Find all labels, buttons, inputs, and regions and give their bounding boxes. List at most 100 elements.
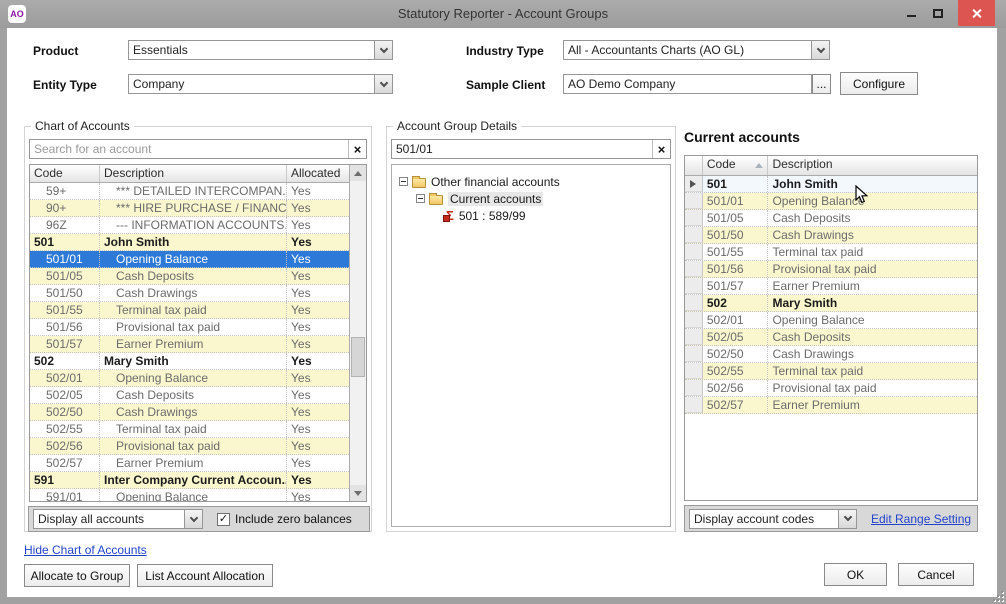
current-accounts-table-row[interactable]: 502/05Cash Deposits — [685, 329, 977, 346]
coa-table-row[interactable]: 502/01Opening BalanceYes — [30, 370, 349, 387]
row-selector[interactable] — [685, 193, 703, 209]
cancel-button[interactable]: Cancel — [898, 563, 974, 586]
chevron-down-icon[interactable] — [838, 510, 856, 528]
configure-button[interactable]: Configure — [840, 72, 918, 95]
current-accounts-table-row[interactable]: 501/05Cash Deposits — [685, 210, 977, 227]
cell-code: 96Z — [30, 217, 100, 233]
coa-table-row[interactable]: 502/57Earner PremiumYes — [30, 455, 349, 472]
browse-button[interactable]: ... — [812, 74, 831, 94]
collapse-icon[interactable] — [399, 177, 408, 186]
cell-code: 502/50 — [30, 404, 100, 420]
tree-item[interactable]: Other financial accounts — [392, 173, 670, 190]
current-accounts-header: Code Description — [685, 156, 977, 176]
coa-table-row[interactable]: 502/50Cash DrawingsYes — [30, 404, 349, 421]
coa-table-row[interactable]: 502/56Provisional tax paidYes — [30, 438, 349, 455]
cell-code: 502/01 — [703, 312, 769, 328]
row-selector[interactable] — [685, 380, 703, 396]
current-accounts-table-row[interactable]: 501/56Provisional tax paid — [685, 261, 977, 278]
entity-type-value: Company — [133, 77, 370, 91]
coa-table-row[interactable]: 96Z--- INFORMATION ACCOUNTS...Yes — [30, 217, 349, 234]
row-selector[interactable] — [685, 397, 703, 413]
clear-filter-icon[interactable]: × — [652, 140, 670, 158]
maximize-button[interactable] — [926, 0, 950, 26]
row-selector[interactable] — [685, 261, 703, 277]
coa-table-row[interactable]: 501/55Terminal tax paidYes — [30, 302, 349, 319]
allocate-to-group-button[interactable]: Allocate to Group — [24, 564, 130, 587]
chevron-down-icon[interactable] — [184, 510, 202, 528]
coa-table-row[interactable]: 90+*** HIRE PURCHASE / FINANC...Yes — [30, 200, 349, 217]
coa-table-row[interactable]: 59+*** DETAILED INTERCOMPAN...Yes — [30, 183, 349, 200]
row-selector[interactable] — [685, 278, 703, 294]
row-selector[interactable] — [685, 295, 703, 311]
product-combo[interactable]: Essentials — [128, 40, 393, 60]
coa-table-row[interactable]: 502/55Terminal tax paidYes — [30, 421, 349, 438]
coa-table-row[interactable]: 591Inter Company Current Accoun...Yes — [30, 472, 349, 489]
ok-button[interactable]: OK — [824, 563, 887, 586]
group-filter-input[interactable] — [392, 140, 670, 158]
tree-item[interactable]: Σ501 : 589/99 — [392, 207, 670, 224]
coa-header-allocated[interactable]: Allocated — [287, 165, 349, 182]
current-accounts-table-row[interactable]: 502/55Terminal tax paid — [685, 363, 977, 380]
scroll-down-icon[interactable] — [350, 485, 366, 501]
coa-table-row[interactable]: 501/57Earner PremiumYes — [30, 336, 349, 353]
chevron-down-icon[interactable] — [811, 41, 829, 59]
display-accounts-combo[interactable]: Display all accounts — [33, 509, 203, 529]
display-account-codes-combo[interactable]: Display account codes — [689, 509, 857, 529]
coa-table-row[interactable]: 501John SmithYes — [30, 234, 349, 251]
close-button[interactable] — [958, 0, 995, 26]
row-selector[interactable] — [685, 244, 703, 260]
current-accounts-table-row[interactable]: 501/01Opening Balance — [685, 193, 977, 210]
row-selector[interactable] — [685, 176, 703, 192]
current-accounts-table-row[interactable]: 501John Smith — [685, 176, 977, 193]
scrollbar-thumb[interactable] — [351, 337, 365, 377]
current-accounts-table-row[interactable]: 502/56Provisional tax paid — [685, 380, 977, 397]
collapse-icon[interactable] — [416, 194, 425, 203]
current-accounts-table-row[interactable]: 501/57Earner Premium — [685, 278, 977, 295]
list-account-allocation-button[interactable]: List Account Allocation — [137, 564, 273, 587]
coa-table-row[interactable]: 501/05Cash DepositsYes — [30, 268, 349, 285]
coa-table-row[interactable]: 502Mary SmithYes — [30, 353, 349, 370]
cell-description: Earner Premium — [100, 455, 287, 471]
row-selector[interactable] — [685, 227, 703, 243]
account-search-input[interactable] — [30, 140, 366, 158]
account-search-field[interactable]: × — [29, 139, 367, 159]
chevron-down-icon[interactable] — [374, 75, 392, 93]
include-zero-balances-checkbox[interactable] — [217, 513, 230, 526]
ca-header-description[interactable]: Description — [768, 156, 977, 175]
clear-search-icon[interactable]: × — [348, 140, 366, 158]
tree-item[interactable]: Current accounts — [392, 190, 670, 207]
coa-header-code[interactable]: Code — [30, 165, 100, 182]
sample-client-input[interactable] — [564, 75, 811, 93]
resize-grip[interactable] — [991, 589, 1003, 601]
title-bar[interactable]: AO Statutory Reporter - Account Groups — [0, 0, 1006, 28]
chevron-down-icon[interactable] — [374, 41, 392, 59]
sample-client-field[interactable] — [563, 74, 812, 94]
row-selector[interactable] — [685, 329, 703, 345]
minimize-button[interactable] — [900, 0, 922, 26]
scroll-up-icon[interactable] — [350, 165, 366, 181]
current-accounts-table-row[interactable]: 502/57Earner Premium — [685, 397, 977, 414]
coa-vertical-scrollbar[interactable] — [349, 165, 366, 501]
coa-header-description[interactable]: Description — [100, 165, 287, 182]
current-accounts-table-row[interactable]: 502/01Opening Balance — [685, 312, 977, 329]
industry-type-combo[interactable]: All - Accountants Charts (AO GL) — [563, 40, 830, 60]
row-selector[interactable] — [685, 210, 703, 226]
current-accounts-table-row[interactable]: 502Mary Smith — [685, 295, 977, 312]
coa-table-row[interactable]: 502/05Cash DepositsYes — [30, 387, 349, 404]
group-filter-field[interactable]: × — [391, 139, 671, 159]
row-selector[interactable] — [685, 312, 703, 328]
current-accounts-table-row[interactable]: 501/50Cash Drawings — [685, 227, 977, 244]
row-selector[interactable] — [685, 363, 703, 379]
coa-table-row[interactable]: 591/01Opening BalanceYes — [30, 489, 349, 501]
entity-type-combo[interactable]: Company — [128, 74, 393, 94]
edit-range-setting-link[interactable]: Edit Range Setting — [871, 512, 971, 526]
current-accounts-table-row[interactable]: 501/55Terminal tax paid — [685, 244, 977, 261]
current-accounts-table-row[interactable]: 502/50Cash Drawings — [685, 346, 977, 363]
ca-header-code[interactable]: Code — [703, 156, 769, 175]
cell-allocated: Yes — [287, 472, 349, 488]
coa-table-row[interactable]: 501/50Cash DrawingsYes — [30, 285, 349, 302]
row-selector[interactable] — [685, 346, 703, 362]
coa-table-row[interactable]: 501/01Opening BalanceYes — [30, 251, 349, 268]
coa-table-row[interactable]: 501/56Provisional tax paidYes — [30, 319, 349, 336]
hide-chart-of-accounts-link[interactable]: Hide Chart of Accounts — [24, 543, 147, 557]
